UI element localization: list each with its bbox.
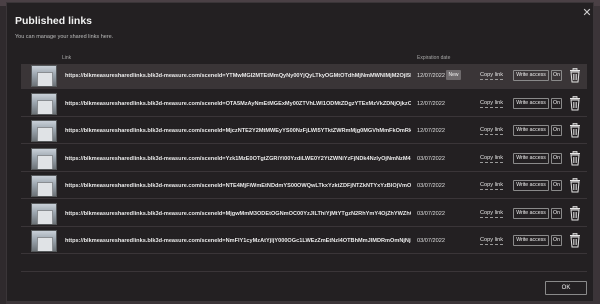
shared-link-url[interactable]: https://blkmeasuresharedlinks.blk3d-meas… xyxy=(65,183,411,189)
expiration-date: 03/07/2022 xyxy=(417,210,445,217)
expiration-date: 03/07/2022 xyxy=(417,155,445,162)
copy-link-button[interactable]: Copy link xyxy=(480,210,504,218)
write-access-button[interactable]: Write access xyxy=(513,207,549,219)
trash-icon[interactable] xyxy=(569,233,581,248)
expiration-date: 12/07/2022 xyxy=(417,100,445,107)
copy-link-button[interactable]: Copy link xyxy=(480,100,504,108)
access-toggle[interactable]: On xyxy=(551,70,562,81)
dialog-title: Published links xyxy=(15,15,93,27)
links-table: https://blkmeasuresharedlinks.blk3d-meas… xyxy=(21,64,587,260)
expiration-date: 03/07/2022 xyxy=(417,183,445,189)
copy-link-button[interactable]: Copy link xyxy=(480,155,504,163)
access-toggle[interactable]: On xyxy=(551,207,562,219)
close-icon[interactable]: ✕ xyxy=(581,7,593,19)
trash-icon[interactable] xyxy=(569,205,581,221)
write-access-button[interactable]: Write access xyxy=(513,235,549,246)
table-header: Link Expiration date xyxy=(21,51,587,63)
shared-link-url[interactable]: https://blkmeasuresharedlinks.blk3d-meas… xyxy=(65,73,411,79)
scene-thumbnail xyxy=(31,65,57,87)
table-row[interactable]: https://blkmeasuresharedlinks.blk3d-meas… xyxy=(21,64,587,89)
shared-link-url[interactable]: https://blkmeasuresharedlinks.blk3d-meas… xyxy=(65,101,411,107)
footer-divider xyxy=(21,271,587,272)
trash-icon[interactable] xyxy=(569,95,581,111)
copy-link-button[interactable]: Copy link xyxy=(480,182,504,190)
scene-thumbnail xyxy=(31,92,57,115)
table-row[interactable]: https://blkmeasuresharedlinks.blk3d-meas… xyxy=(21,202,587,227)
shared-link-url[interactable]: https://blkmeasuresharedlinks.blk3d-meas… xyxy=(65,156,411,162)
table-row[interactable]: https://blkmeasuresharedlinks.blk3d-meas… xyxy=(21,174,587,199)
shared-link-url[interactable]: https://blkmeasuresharedlinks.blk3d-meas… xyxy=(65,211,411,217)
access-toggle[interactable]: On xyxy=(551,152,562,164)
scene-thumbnail xyxy=(31,175,57,197)
table-row[interactable]: https://blkmeasuresharedlinks.blk3d-meas… xyxy=(21,147,587,172)
dialog-subtitle: You can manage your shared links here. xyxy=(15,34,114,40)
table-row[interactable]: https://blkmeasuresharedlinks.blk3d-meas… xyxy=(21,92,587,117)
write-access-button[interactable]: Write access xyxy=(513,152,549,164)
shared-link-url[interactable]: https://blkmeasuresharedlinks.blk3d-meas… xyxy=(65,128,411,134)
shared-link-url[interactable]: https://blkmeasuresharedlinks.blk3d-meas… xyxy=(65,238,411,244)
trash-icon[interactable] xyxy=(569,178,581,193)
table-row[interactable]: https://blkmeasuresharedlinks.blk3d-meas… xyxy=(21,229,587,254)
table-row[interactable]: https://blkmeasuresharedlinks.blk3d-meas… xyxy=(21,119,587,144)
scene-thumbnail xyxy=(31,202,57,225)
published-links-dialog: Published links You can manage your shar… xyxy=(6,2,594,302)
copy-link-button[interactable]: Copy link xyxy=(480,127,504,135)
access-toggle[interactable]: On xyxy=(551,125,562,136)
column-header-link: Link xyxy=(62,55,72,61)
access-toggle[interactable]: On xyxy=(551,235,562,246)
write-access-button[interactable]: Write access xyxy=(513,70,549,81)
expiration-date: 03/07/2022 xyxy=(417,238,445,244)
expiration-date: 12/07/2022 xyxy=(417,128,445,134)
expiration-date: 12/07/2022 xyxy=(417,73,445,79)
scene-thumbnail xyxy=(31,230,57,252)
trash-icon[interactable] xyxy=(569,123,581,138)
scene-thumbnail xyxy=(31,147,57,170)
new-badge: New xyxy=(446,70,461,80)
write-access-button[interactable]: Write access xyxy=(513,180,549,191)
copy-link-button[interactable]: Copy link xyxy=(480,237,504,245)
scene-thumbnail xyxy=(31,120,57,142)
access-toggle[interactable]: On xyxy=(551,97,562,109)
trash-icon[interactable] xyxy=(569,150,581,166)
write-access-button[interactable]: Write access xyxy=(513,97,549,109)
copy-link-button[interactable]: Copy link xyxy=(480,72,504,80)
trash-icon[interactable] xyxy=(569,68,581,83)
ok-button[interactable]: OK xyxy=(545,281,587,295)
write-access-button[interactable]: Write access xyxy=(513,125,549,136)
access-toggle[interactable]: On xyxy=(551,180,562,191)
column-header-expiration: Expiration date xyxy=(417,55,451,61)
